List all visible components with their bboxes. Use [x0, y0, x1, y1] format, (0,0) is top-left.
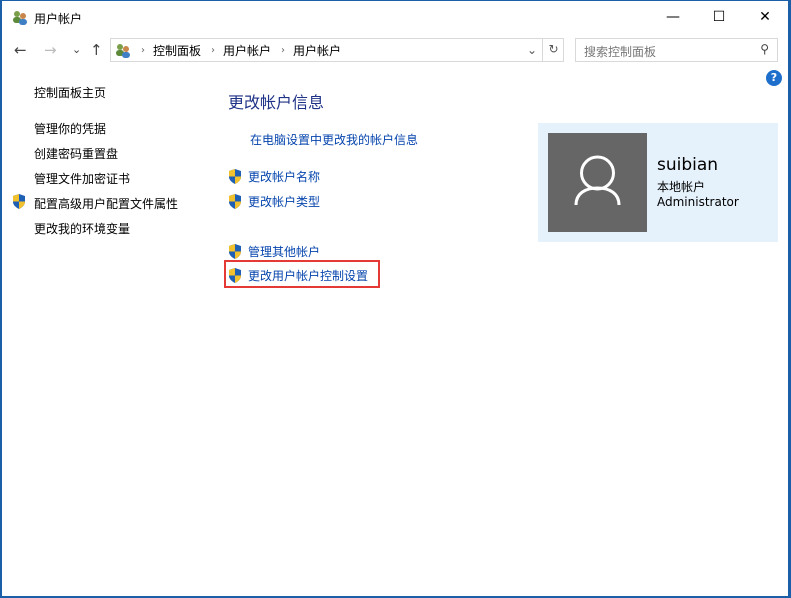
- sidebar-item-environment-variables[interactable]: 更改我的环境变量: [34, 220, 130, 237]
- address-dropdown-button[interactable]: ⌄: [527, 43, 537, 57]
- link-change-account-name[interactable]: 更改帐户名称: [228, 168, 320, 185]
- breadcrumb-item[interactable]: 用户帐户: [293, 42, 341, 59]
- window-title: 用户帐户: [34, 12, 83, 26]
- recent-locations-button[interactable]: ⌄: [72, 43, 81, 56]
- page-title: 更改帐户信息: [228, 93, 325, 112]
- breadcrumb-item[interactable]: 用户帐户: [223, 42, 271, 59]
- users-icon: [116, 44, 130, 58]
- link-change-account-type[interactable]: 更改帐户类型: [228, 193, 320, 210]
- user-icon: [574, 155, 621, 206]
- search-placeholder: 搜索控制面板: [584, 45, 657, 59]
- sidebar-item-manage-credentials[interactable]: 管理你的凭据: [34, 120, 106, 137]
- address-bar[interactable]: › 控制面板 › 用户帐户 › 用户帐户 ⌄ ↻: [110, 38, 564, 62]
- uac-shield-icon: [229, 244, 241, 259]
- forward-button[interactable]: →: [44, 41, 57, 59]
- sidebar-item-control-panel-home[interactable]: 控制面板主页: [34, 84, 106, 101]
- search-icon[interactable]: ⚲: [760, 42, 769, 56]
- sidebar-item-advanced-profile-properties[interactable]: 配置高级用户配置文件属性: [34, 195, 178, 212]
- up-button[interactable]: ↑: [90, 41, 103, 59]
- link-label: 管理其他帐户: [248, 245, 321, 259]
- uac-shield-icon: [13, 194, 25, 209]
- account-card: suibian 本地帐户 Administrator: [538, 123, 778, 242]
- refresh-button[interactable]: ↻: [542, 38, 564, 62]
- account-type: 本地帐户: [657, 180, 706, 194]
- minimize-button[interactable]: —: [650, 1, 696, 33]
- uac-shield-icon: [229, 169, 241, 184]
- avatar: [548, 133, 647, 232]
- title-bar: 用户帐户 — ☐ ✕: [2, 1, 788, 33]
- sidebar-item-password-reset-disk[interactable]: 创建密码重置盘: [34, 145, 118, 162]
- back-button[interactable]: ←: [14, 41, 27, 59]
- window: 用户帐户 — ☐ ✕ ← → ⌄ ↑ › 控制面板 › 用户帐户 › 用户帐户 …: [0, 0, 791, 598]
- uac-shield-icon: [229, 194, 241, 209]
- account-name: suibian: [657, 155, 719, 175]
- link-manage-other-accounts[interactable]: 管理其他帐户: [228, 243, 320, 260]
- link-label: 更改帐户类型: [248, 195, 321, 209]
- link-pc-settings[interactable]: 在电脑设置中更改我的帐户信息: [250, 131, 418, 148]
- close-button[interactable]: ✕: [742, 1, 788, 33]
- navigation-bar: ← → ⌄ ↑ › 控制面板 › 用户帐户 › 用户帐户 ⌄ ↻ 搜索控制面板 ⚲: [2, 37, 788, 65]
- highlight-box: [224, 260, 380, 288]
- search-input[interactable]: 搜索控制面板 ⚲: [575, 38, 778, 62]
- users-icon: [13, 11, 27, 25]
- link-label: 在电脑设置中更改我的帐户信息: [250, 133, 419, 147]
- sidebar-item-encryption-certificates[interactable]: 管理文件加密证书: [34, 170, 130, 187]
- account-role: Administrator: [657, 195, 739, 209]
- chevron-right-icon: ›: [141, 44, 145, 56]
- breadcrumb-item[interactable]: 控制面板: [153, 42, 201, 59]
- chevron-right-icon: ›: [211, 44, 216, 56]
- link-label: 更改帐户名称: [248, 170, 321, 184]
- help-button[interactable]: ?: [766, 70, 782, 86]
- chevron-right-icon: ›: [281, 44, 286, 56]
- maximize-button[interactable]: ☐: [696, 1, 742, 33]
